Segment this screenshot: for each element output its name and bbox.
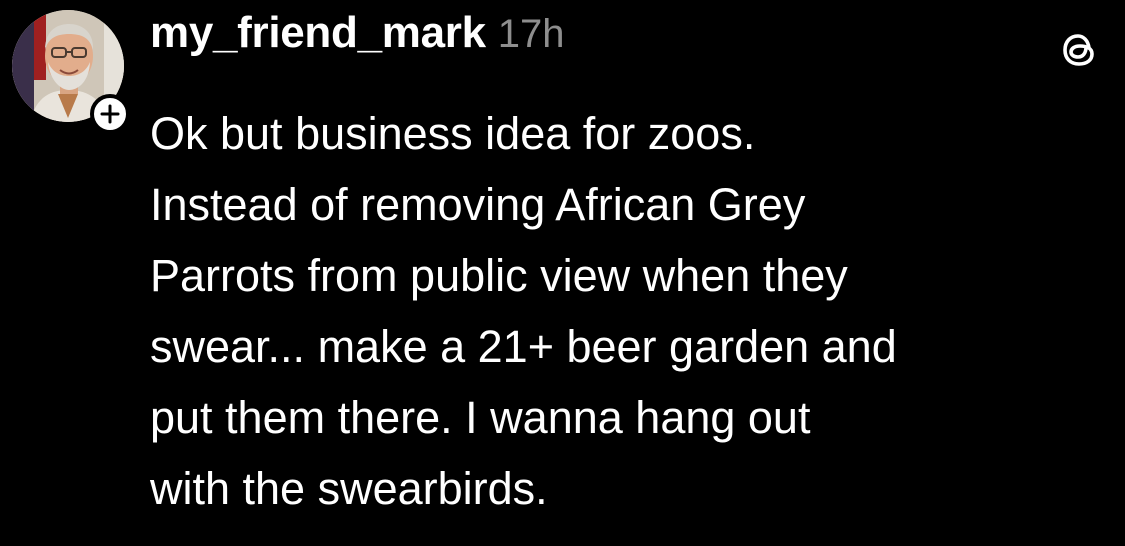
post-timestamp: 17h [497,12,565,56]
post-header: my_friend_mark 17h [150,8,565,72]
username-link[interactable]: my_friend_mark [150,8,486,58]
threads-logo-icon[interactable] [1058,28,1102,72]
post-text-line: Parrots from public view when they [150,250,848,301]
plus-icon [100,104,120,124]
post-text-line: with the swearbirds. [150,463,548,514]
follow-button[interactable] [90,94,130,134]
post-text-line: Instead of removing African Grey [150,179,806,230]
post-text-line: put them there. I wanna hang out [150,392,811,443]
thread-post: my_friend_mark 17h Ok but business idea … [0,0,1125,546]
avatar-container[interactable] [12,10,130,134]
post-text-line: Ok but business idea for zoos. [150,108,756,159]
post-text-line: swear... make a 21+ beer garden and [150,321,897,372]
post-body: Ok but business idea for zoos. Instead o… [150,98,1100,524]
